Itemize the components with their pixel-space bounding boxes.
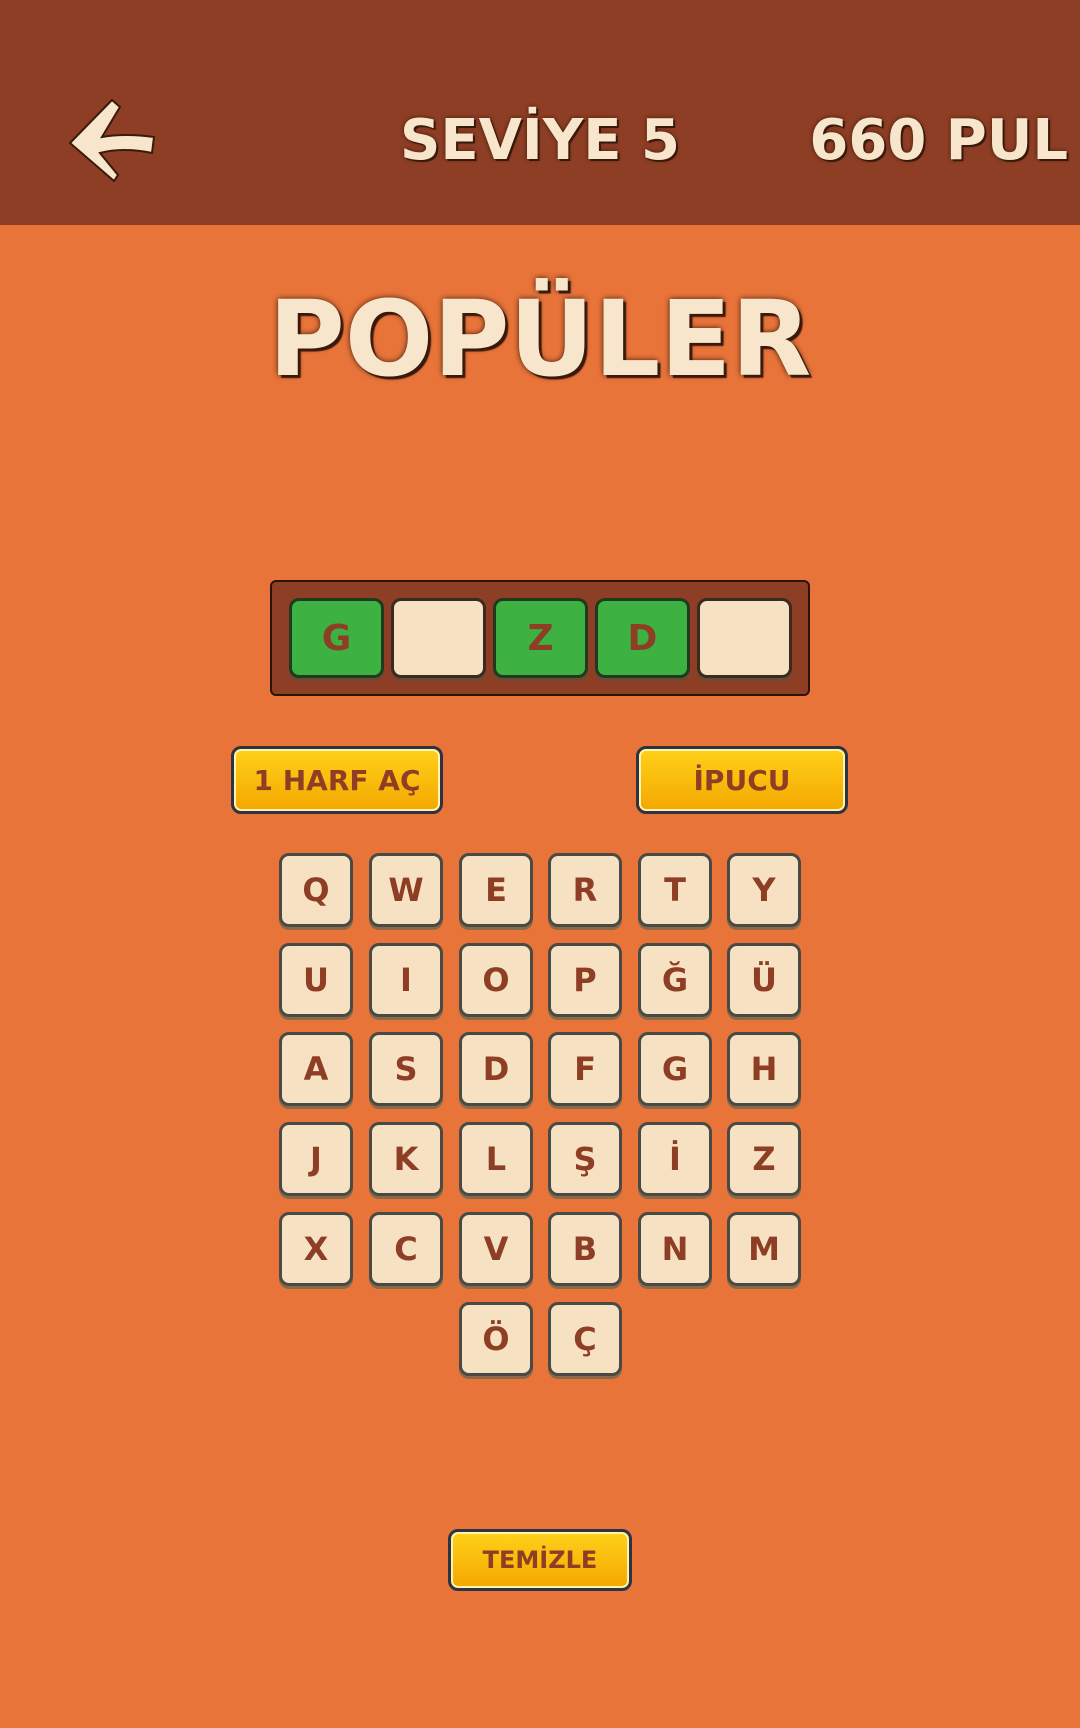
- answer-slot[interactable]: G: [289, 598, 384, 678]
- key[interactable]: Ğ: [638, 943, 712, 1017]
- key[interactable]: L: [459, 1122, 533, 1196]
- answer-slot[interactable]: D: [595, 598, 690, 678]
- key[interactable]: A: [279, 1032, 353, 1106]
- key[interactable]: E: [459, 853, 533, 927]
- key[interactable]: V: [459, 1212, 533, 1286]
- key[interactable]: P: [548, 943, 622, 1017]
- key[interactable]: K: [369, 1122, 443, 1196]
- key[interactable]: O: [459, 943, 533, 1017]
- key[interactable]: G: [638, 1032, 712, 1106]
- level-title: SEVİYE 5: [399, 108, 681, 173]
- reveal-letter-button[interactable]: 1 HARF AÇ: [231, 746, 443, 814]
- key[interactable]: Q: [279, 853, 353, 927]
- key[interactable]: Z: [727, 1122, 801, 1196]
- key[interactable]: X: [279, 1212, 353, 1286]
- key[interactable]: Ö: [459, 1302, 533, 1376]
- key[interactable]: F: [548, 1032, 622, 1106]
- key[interactable]: N: [638, 1212, 712, 1286]
- key[interactable]: İ: [638, 1122, 712, 1196]
- key[interactable]: B: [548, 1212, 622, 1286]
- clear-button[interactable]: TEMİZLE: [448, 1529, 632, 1591]
- answer-slot[interactable]: Z: [493, 598, 588, 678]
- top-bar: SEVİYE 5 660 PUL: [0, 0, 1080, 225]
- answer-slot[interactable]: [391, 598, 486, 678]
- category-title: POPÜLER: [268, 278, 812, 400]
- back-arrow-icon: [68, 98, 156, 183]
- key[interactable]: W: [369, 853, 443, 927]
- answer-slot[interactable]: [697, 598, 792, 678]
- key[interactable]: H: [727, 1032, 801, 1106]
- answer-board: G Z D: [270, 580, 810, 696]
- back-button[interactable]: [62, 95, 162, 185]
- key[interactable]: C: [369, 1212, 443, 1286]
- key[interactable]: U: [279, 943, 353, 1017]
- key[interactable]: S: [369, 1032, 443, 1106]
- key[interactable]: Ü: [727, 943, 801, 1017]
- key[interactable]: D: [459, 1032, 533, 1106]
- key[interactable]: R: [548, 853, 622, 927]
- coin-balance: 660 PUL: [809, 108, 1068, 173]
- key[interactable]: I: [369, 943, 443, 1017]
- key[interactable]: Ş: [548, 1122, 622, 1196]
- key[interactable]: Ç: [548, 1302, 622, 1376]
- hint-button[interactable]: İPUCU: [636, 746, 848, 814]
- key[interactable]: T: [638, 853, 712, 927]
- key[interactable]: M: [727, 1212, 801, 1286]
- key[interactable]: J: [279, 1122, 353, 1196]
- key[interactable]: Y: [727, 853, 801, 927]
